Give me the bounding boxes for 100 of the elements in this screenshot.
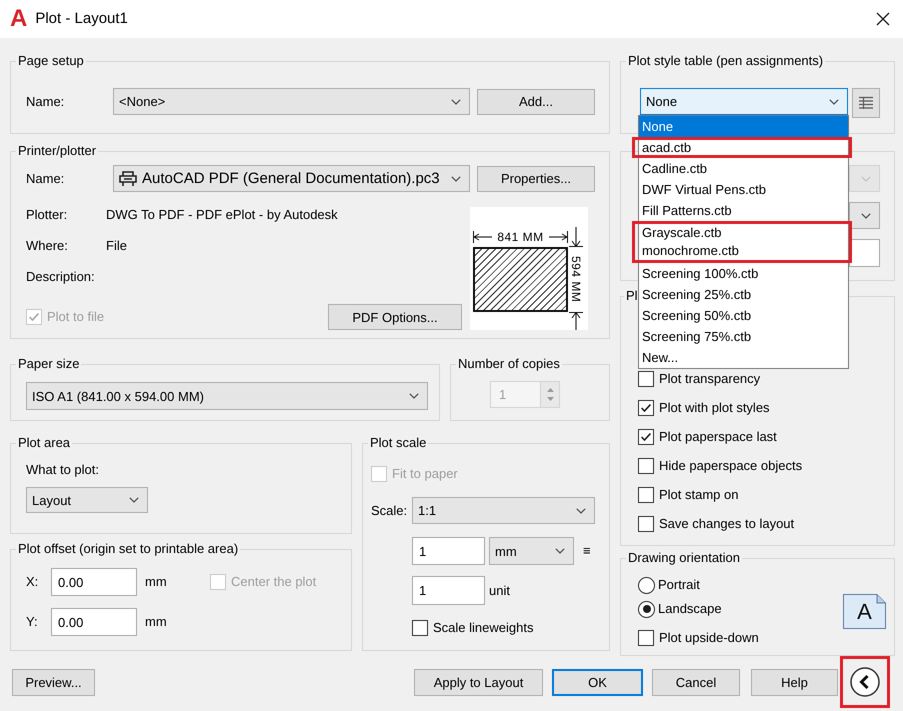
chevron-down-icon (555, 548, 565, 554)
dropdown[interactable] (849, 202, 880, 229)
chevron-down-icon (409, 393, 419, 399)
checkbox[interactable] (638, 400, 654, 416)
pdf-options-button[interactable]: PDF Options... (328, 304, 462, 330)
dropdown-option[interactable]: None (639, 116, 848, 137)
ok-button[interactable]: OK (552, 668, 643, 696)
unit-label: mm (145, 574, 168, 590)
unit-label: unit (489, 582, 510, 598)
group-label: Plot style table (pen assignments) (627, 53, 824, 69)
checkmark-icon (641, 432, 651, 440)
checkbox[interactable] (638, 486, 654, 502)
checkbox[interactable] (638, 428, 654, 444)
drawing-units-field[interactable]: 1 (412, 576, 485, 605)
radio-button[interactable] (638, 576, 655, 594)
orientation-preview: A (843, 594, 886, 629)
window-title: Plot - Layout1 (35, 10, 128, 28)
circled-chevron-left-icon (850, 667, 880, 697)
table-icon (858, 96, 874, 110)
scale-dropdown[interactable]: 1:1 (412, 497, 595, 524)
dimension-label: 594 MM (569, 256, 583, 303)
checkbox-label: Fit to paper (392, 466, 458, 482)
checkbox[interactable] (638, 630, 654, 646)
dropdown-option[interactable]: Cadline.ctb (639, 158, 848, 179)
checkmark-icon (29, 313, 39, 321)
group-label: Printer/plotter (17, 143, 98, 159)
close-icon (876, 12, 890, 26)
checkmark-icon (641, 404, 651, 412)
info-label: Plotter: (26, 207, 68, 223)
dropdown-option[interactable]: Screening 50%.ctb (639, 305, 848, 326)
radio-dot-icon (642, 605, 650, 613)
checkbox[interactable] (638, 458, 654, 474)
checkbox-label: Center the plot (231, 574, 316, 590)
units-dropdown[interactable]: mm (489, 537, 574, 565)
dropdown-option[interactable]: Screening 100%.ctb (639, 263, 848, 284)
group-label: Page setup (17, 53, 85, 69)
dropdown-option[interactable]: Fill Patterns.ctb (639, 200, 848, 221)
checkbox[interactable] (412, 620, 428, 636)
input-field[interactable] (849, 239, 880, 267)
checkbox-label: Plot upside-down (659, 630, 759, 646)
field-label: Name: (26, 94, 66, 110)
checkbox-label: Plot paperspace last (659, 428, 777, 444)
chevron-down-icon (861, 176, 871, 182)
radio-label: Portrait (658, 577, 700, 593)
dropdown-option[interactable]: acad.ctb (635, 140, 849, 155)
dimension-label: 841 MM (497, 230, 544, 244)
paper-units-field[interactable]: 1 (412, 537, 485, 565)
group-label: Pl (625, 288, 639, 304)
field-label: Scale: (371, 502, 408, 518)
chevron-down-icon (576, 508, 586, 514)
unit-label: mm (145, 614, 168, 630)
dimension-arrow (568, 312, 584, 330)
dropdown-option[interactable]: monochrome.ctb (635, 242, 849, 260)
checkbox[interactable] (638, 516, 654, 532)
help-button[interactable]: Help (751, 668, 838, 696)
checkbox-label: Scale lineweights (433, 620, 534, 636)
cancel-button[interactable]: Cancel (652, 668, 740, 696)
info-label: Description: (26, 269, 96, 285)
group-label: Drawing orientation (627, 550, 742, 566)
dropdown-option[interactable]: Screening 25%.ctb (639, 284, 848, 305)
plot-style-dropdown[interactable]: None (640, 88, 848, 115)
printer-dropdown[interactable]: AutoCAD PDF (General Documentation).pc3 (113, 165, 470, 192)
checkbox-label: Plot to file (47, 309, 104, 325)
page-setup-dropdown[interactable]: <None> (113, 88, 470, 115)
apply-to-layout-button[interactable]: Apply to Layout (414, 668, 543, 696)
dropdown-option[interactable]: New... (639, 347, 848, 368)
group-label: Plot scale (369, 435, 428, 451)
paper-size-dropdown[interactable]: ISO A1 (841.00 x 594.00 MM) (26, 382, 428, 410)
checkbox[interactable] (638, 370, 654, 386)
dropdown-option[interactable]: DWF Virtual Pens.ctb (639, 179, 848, 200)
radio-button[interactable] (638, 600, 655, 618)
dropdown-option[interactable]: Screening 75%.ctb (639, 326, 848, 347)
collapse-button[interactable] (850, 667, 880, 697)
dropdown-option[interactable]: Grayscale.ctb (635, 224, 849, 242)
checkbox-label: Save changes to layout (659, 516, 794, 532)
y-offset-field[interactable]: 0.00 (51, 608, 137, 636)
group-label: Paper size (17, 356, 80, 372)
properties-button[interactable]: Properties... (477, 166, 595, 192)
group-label: Plot offset (origin set to printable area) (17, 541, 240, 557)
plotter-icon (119, 170, 137, 186)
add-button[interactable]: Add... (477, 88, 595, 114)
dimension-arrow (473, 231, 492, 243)
group-label: Number of copies (457, 356, 561, 372)
field-label: What to plot: (26, 462, 99, 478)
info-label: Where: (26, 238, 69, 254)
field-label: X: (26, 574, 40, 590)
checkbox-label: Plot transparency (659, 370, 760, 386)
equals-sign: ≡ (583, 543, 591, 559)
close-button[interactable] (875, 11, 891, 27)
x-offset-field[interactable]: 0.00 (51, 568, 137, 596)
group-label: Plot area (17, 435, 72, 451)
field-label: Y: (26, 614, 39, 630)
what-to-plot-dropdown[interactable]: Layout (26, 487, 148, 513)
chevron-down-icon (129, 497, 139, 503)
checkbox-label: Plot with plot styles (659, 400, 770, 416)
plot-style-edit-button[interactable] (852, 88, 880, 118)
checkbox-label: Hide paperspace objects (659, 458, 802, 474)
info-value: DWG To PDF - PDF ePlot - by Autodesk (106, 207, 339, 223)
preview-button[interactable]: Preview... (12, 668, 95, 696)
chevron-down-icon (451, 176, 461, 182)
